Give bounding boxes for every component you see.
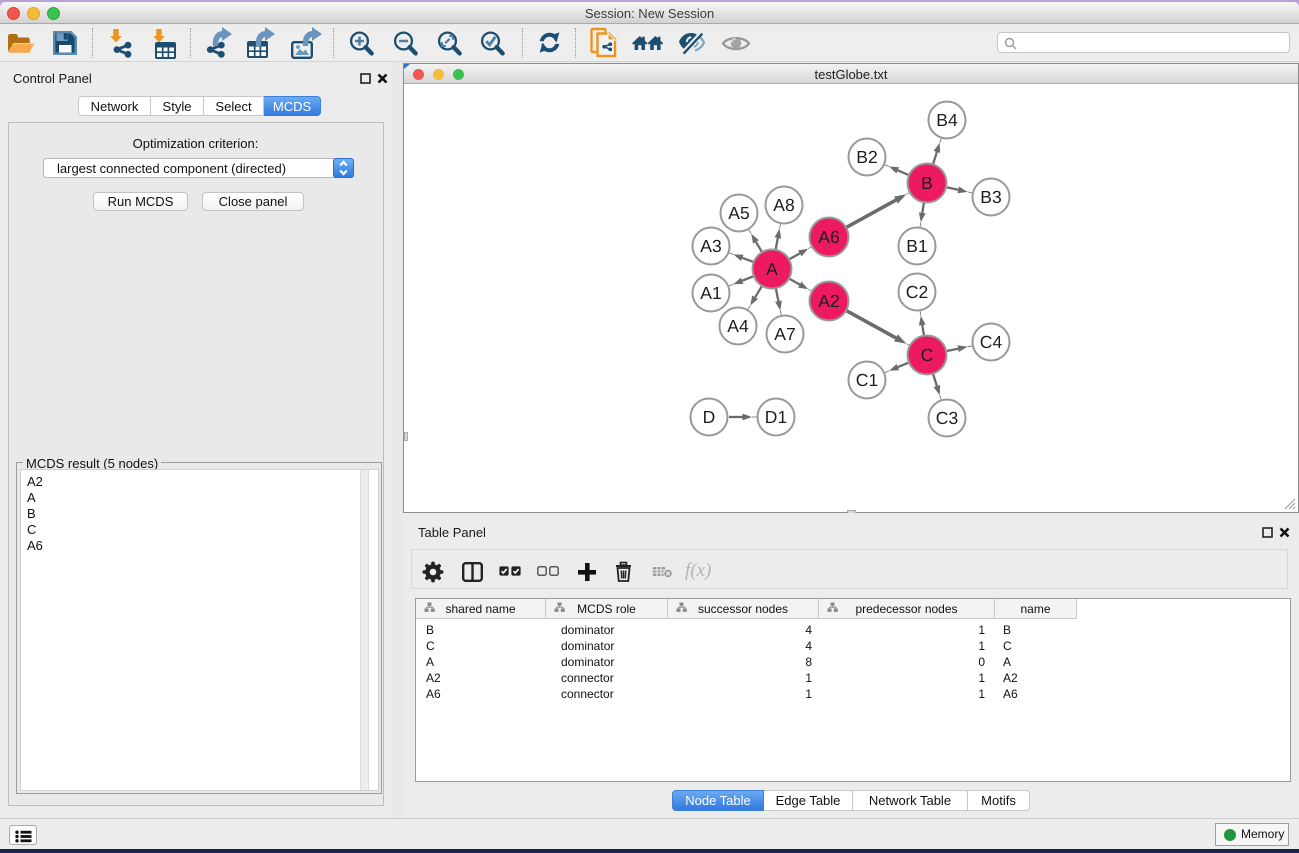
svg-text:A3: A3 bbox=[700, 236, 721, 256]
svg-text:D1: D1 bbox=[765, 407, 787, 427]
svg-text:B3: B3 bbox=[980, 187, 1001, 207]
svg-text:B4: B4 bbox=[936, 110, 958, 130]
svg-text:A5: A5 bbox=[728, 203, 749, 223]
svg-text:B: B bbox=[921, 173, 933, 193]
svg-text:A8: A8 bbox=[773, 195, 794, 215]
svg-text:C4: C4 bbox=[980, 332, 1003, 352]
svg-text:D: D bbox=[703, 407, 716, 427]
svg-text:A2: A2 bbox=[818, 291, 839, 311]
svg-text:C1: C1 bbox=[856, 370, 878, 390]
svg-text:A: A bbox=[766, 259, 778, 279]
svg-text:A7: A7 bbox=[774, 324, 795, 344]
svg-text:A6: A6 bbox=[818, 227, 839, 247]
svg-text:A1: A1 bbox=[700, 283, 721, 303]
svg-text:A4: A4 bbox=[727, 316, 749, 336]
svg-text:C: C bbox=[921, 345, 934, 365]
svg-text:C3: C3 bbox=[936, 408, 958, 428]
svg-text:B2: B2 bbox=[856, 147, 877, 167]
svg-text:B1: B1 bbox=[906, 236, 927, 256]
svg-text:C2: C2 bbox=[906, 282, 928, 302]
